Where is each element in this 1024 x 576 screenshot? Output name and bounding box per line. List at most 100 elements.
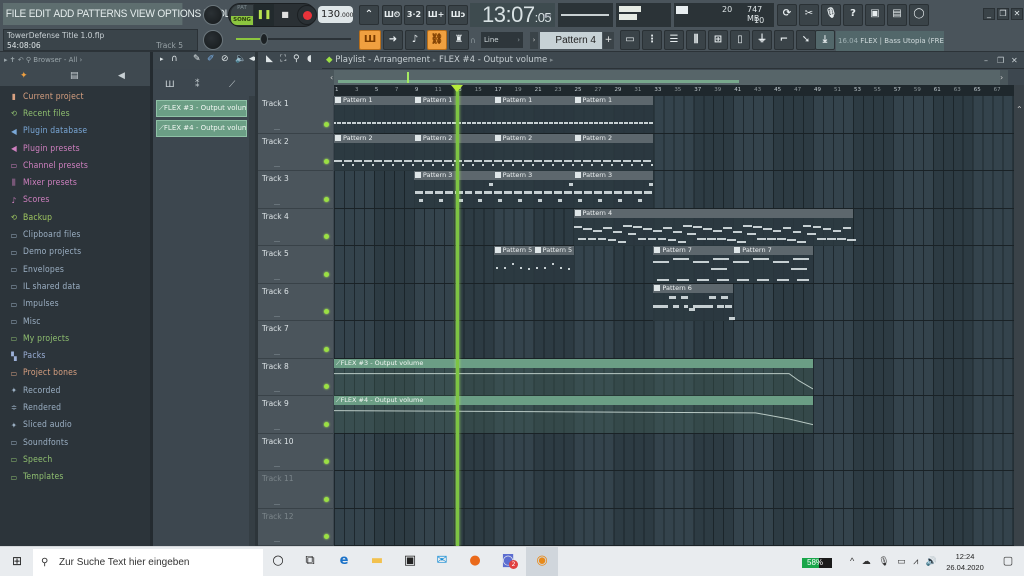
track-header[interactable]: Track 3 (258, 171, 333, 209)
clip-header[interactable]: Pattern 1 (493, 96, 574, 105)
browser-item[interactable]: ⫼ Mixer presets (8, 174, 150, 191)
document-icon[interactable]: ▯ (730, 30, 750, 50)
cortana-icon[interactable]: ○ (268, 551, 288, 571)
edge-icon[interactable]: e (334, 551, 354, 571)
battery-indicator[interactable]: 58% (802, 558, 832, 568)
discord-icon[interactable]: ◙ 2 (498, 551, 518, 571)
clip-header[interactable]: Pattern 4 (573, 208, 853, 218)
playhead-marker[interactable] (450, 85, 463, 92)
clip-source-item[interactable]: ⟋FLEX #3 - Output volume (156, 100, 247, 117)
automation-curve[interactable] (334, 372, 814, 389)
scroll-up-icon[interactable]: ⌃ (1016, 105, 1023, 114)
store-icon[interactable]: ▣ (400, 551, 420, 571)
pattern-clip[interactable]: Pattern 2 (413, 133, 494, 171)
clip-header[interactable]: ⟋FLEX #4 - Output volume (334, 396, 814, 405)
clip-header[interactable]: Pattern 1 (413, 96, 494, 105)
clip-header[interactable]: Pattern 2 (413, 133, 494, 143)
pattern-clip[interactable]: Pattern 3 (573, 171, 654, 208)
pattern-clip[interactable]: Pattern 2 (573, 133, 654, 171)
drag-icon[interactable]: ➘ (796, 30, 816, 50)
touch-keyboard-icon[interactable]: ⌐ (774, 30, 794, 50)
browser-item[interactable]: ▭ Clipboard files (8, 226, 150, 243)
chat-icon[interactable]: ◯ (909, 4, 929, 26)
timeline-ruler[interactable]: 1357911131517192123252729313335373941434… (334, 85, 1014, 96)
track-enable-led[interactable] (324, 496, 329, 502)
track-header[interactable]: Track 10 (258, 434, 333, 471)
tab-all-icon[interactable]: ✦ (20, 71, 28, 81)
clip-header[interactable]: Pattern 7 (653, 246, 734, 255)
countdown-icon[interactable]: 3·2 (404, 5, 424, 25)
pattern-clip[interactable]: Pattern 2 (334, 133, 414, 171)
playlist-restore-icon[interactable]: ❐ (997, 52, 1004, 69)
track-header[interactable]: Track 12 (258, 509, 333, 546)
metronome-icon[interactable]: ⌃ (359, 5, 379, 25)
browser-item[interactable]: ▭ Impulses (8, 296, 150, 313)
cut-icon[interactable]: ✂ (799, 4, 819, 26)
clip-header[interactable]: Pattern 2 (573, 133, 654, 143)
mixer-icon[interactable]: ⫼ (686, 30, 706, 50)
record-button[interactable] (297, 5, 317, 25)
track-header[interactable]: Track 6 (258, 284, 333, 321)
taskbar-search-input[interactable]: ⚲ Zur Suche Text hier eingeben (33, 549, 263, 576)
menu-view[interactable]: VIEW (130, 8, 155, 20)
pattern-clip[interactable]: Pattern 1 (493, 96, 574, 133)
track-enable-led[interactable] (324, 159, 329, 164)
mute-icon[interactable]: 🔈 (235, 54, 246, 64)
wait-for-input-icon[interactable]: Ш⏲ (382, 5, 402, 25)
windows-start-icon[interactable]: ⊞ (7, 551, 27, 571)
playlist-icon[interactable]: ▭ (620, 30, 640, 50)
paint-icon[interactable]: ✐ (207, 54, 215, 64)
vertical-scrollbar[interactable]: ⌃ (1014, 85, 1024, 547)
track-enable-led[interactable] (324, 271, 329, 277)
browser-item[interactable]: ▭ Demo projects (8, 244, 150, 261)
playlist-overview-scrollbar[interactable] (334, 70, 1008, 85)
channel-rack-icon[interactable]: ☰ (664, 30, 684, 50)
link-icon[interactable]: ⛓ (427, 30, 447, 50)
clip-header[interactable]: Pattern 2 (493, 133, 574, 143)
clip-header[interactable]: Pattern 1 (334, 96, 414, 105)
show-hidden-icon[interactable]: ^ (850, 556, 854, 566)
pattern-clip[interactable]: Pattern 7 (653, 246, 734, 283)
pattern-selector[interactable]: Pattern 4 (540, 32, 602, 49)
pattern-clip[interactable]: Pattern 3 (413, 171, 494, 208)
browser-item[interactable]: ◀ Plugin database (8, 123, 150, 140)
master-volume-slider[interactable] (236, 33, 351, 45)
pause-button[interactable]: ❚❚ (254, 4, 274, 26)
track-enable-led[interactable] (324, 421, 329, 427)
track-header[interactable]: Track 2 (258, 134, 333, 171)
browser-item[interactable]: ▭ Envelopes (8, 261, 150, 278)
track-header[interactable]: Track 8 (258, 359, 333, 396)
clip-header[interactable]: Pattern 1 (573, 96, 654, 105)
main-pitch-knob[interactable] (203, 30, 223, 50)
menu-edit[interactable]: EDIT (29, 8, 51, 20)
browser-item[interactable]: ▭ Misc (8, 313, 150, 330)
arrow-icon[interactable]: ➜ (383, 30, 403, 50)
add-pattern-button[interactable]: + (603, 32, 614, 49)
playlist-minimize-icon[interactable]: – (984, 52, 988, 69)
save-icon[interactable]: ▣ (865, 4, 885, 26)
automation-clips-icon[interactable]: ⟋ (229, 80, 235, 90)
clip-header[interactable]: Pattern 7 (733, 246, 814, 255)
fl-studio-taskbar-button[interactable]: ◉ (526, 547, 558, 576)
clip-source-item[interactable]: ⟋FLEX #4 - Output volume (156, 120, 247, 137)
pat-song-toggle[interactable]: PAT SONG (231, 5, 253, 25)
tempo-field[interactable]: 130.000 (318, 6, 353, 23)
track-enable-led[interactable] (324, 121, 329, 127)
main-volume-knob[interactable] (203, 5, 223, 25)
clip-header[interactable]: Pattern 3 (493, 171, 574, 180)
stop-button[interactable]: ■ (275, 4, 295, 26)
task-view-icon[interactable]: ⧉ (300, 551, 320, 571)
slider-handle[interactable] (260, 33, 268, 45)
track-enable-led[interactable] (324, 196, 329, 202)
automation-clip[interactable]: ⟋FLEX #4 - Output volume (334, 396, 814, 433)
pane-divider[interactable] (255, 52, 258, 547)
playlist-menu-icon[interactable]: ▸ (160, 55, 164, 63)
loop-record-icon[interactable]: Шↄ (448, 5, 468, 25)
track-header[interactable]: Track 11 (258, 471, 333, 509)
onedrive-icon[interactable]: ☁ (862, 556, 871, 566)
browser-item[interactable]: ▚ Packs (8, 347, 150, 364)
pane-divider[interactable] (150, 52, 153, 547)
playlist-breadcrumb[interactable]: FLEX #4 - Output volume (439, 55, 547, 65)
magnet-icon[interactable]: ∩ (171, 54, 178, 64)
track-header[interactable]: Track 4 (258, 209, 333, 246)
